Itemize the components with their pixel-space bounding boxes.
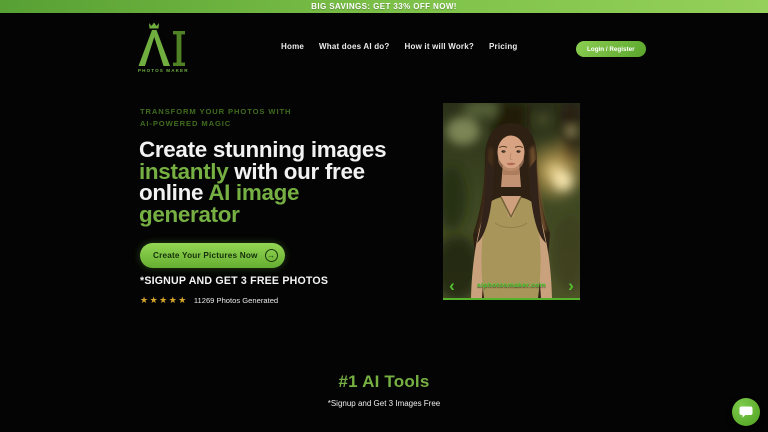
hero-image-carousel: aiphotosmaker.com ‹ › — [443, 103, 580, 300]
logo-ai-mark-icon — [137, 22, 189, 68]
hero-eyebrow: TRANSFORM YOUR PHOTOS WITH AI-POWERED MA… — [140, 106, 291, 130]
login-register-button[interactable]: Login / Register — [576, 41, 646, 57]
carousel-next-button[interactable]: › — [564, 277, 578, 295]
hero-eyebrow-line1: TRANSFORM YOUR PHOTOS WITH — [140, 106, 291, 118]
nav-item-home[interactable]: Home — [281, 42, 304, 51]
nav-item-what-does-ai-do[interactable]: What does AI do? — [319, 42, 389, 51]
star-rating-icon: ★★★★★ — [140, 295, 188, 305]
page: BIG SAVINGS: GET 33% OFF NOW! PHOTOS MAK… — [0, 0, 768, 432]
photos-generated-count: 11269 Photos Generated — [194, 296, 278, 305]
image-watermark: aiphotosmaker.com — [443, 282, 580, 289]
chat-bubble-icon — [739, 406, 753, 418]
arrow-right-circle-icon: → — [265, 249, 278, 262]
logo-tagline: PHOTOS MAKER — [138, 68, 188, 73]
carousel-prev-button[interactable]: ‹ — [445, 277, 459, 295]
hero-heading: Create stunning images instantly with ou… — [139, 139, 395, 225]
logo[interactable]: PHOTOS MAKER — [137, 22, 189, 78]
nav-item-pricing[interactable]: Pricing — [489, 42, 518, 51]
create-pictures-button[interactable]: Create Your Pictures Now → — [140, 243, 285, 268]
main-nav: Home What does AI do? How it will Work? … — [281, 42, 518, 51]
rating-row: ★★★★★ 11269 Photos Generated — [140, 295, 278, 305]
promo-banner-text: BIG SAVINGS: GET 33% OFF NOW! — [311, 2, 457, 11]
signup-note: *SIGNUP AND GET 3 FREE PHOTOS — [140, 275, 328, 287]
hero-eyebrow-line2: AI-POWERED MAGIC — [140, 118, 291, 130]
tools-section-subtitle: *Signup and Get 3 Images Free — [0, 399, 768, 408]
hero-generated-photo — [443, 103, 580, 298]
create-pictures-button-label: Create Your Pictures Now — [153, 251, 258, 260]
promo-banner: BIG SAVINGS: GET 33% OFF NOW! — [0, 0, 768, 13]
tools-section-title: #1 AI Tools — [0, 372, 768, 392]
nav-item-how-it-will-work[interactable]: How it will Work? — [405, 42, 474, 51]
chat-widget-button[interactable] — [732, 398, 760, 426]
